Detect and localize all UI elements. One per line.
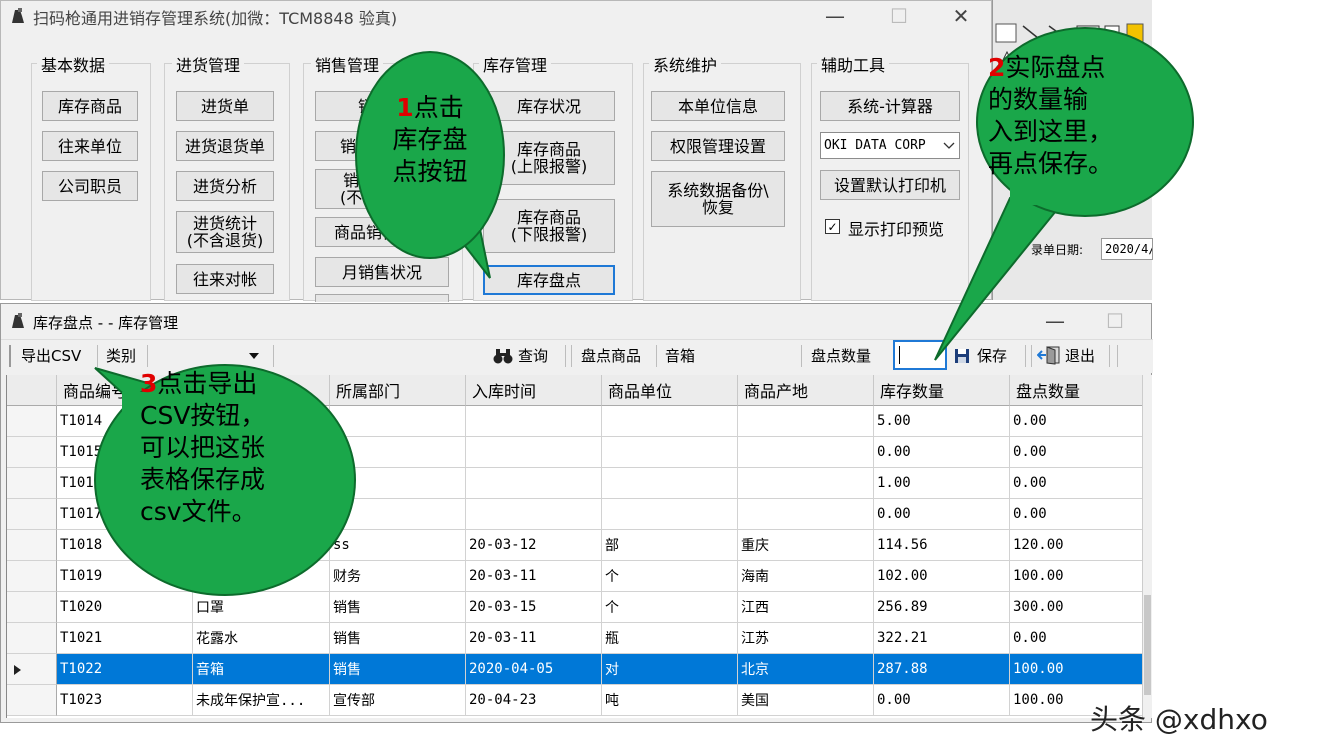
callout-3-text: 3点击导出 CSV按钮， 可以把这张 表格保存成 csv文件。 [140, 369, 266, 526]
callout-1-text: 1点击 库存盘 点按钮 [392, 93, 468, 186]
callout-2-text: 2实际盘点 的数量输 入到这里， 再点保存。 [988, 53, 1114, 178]
watermark: 头条 @xdhxo [1090, 703, 1268, 736]
